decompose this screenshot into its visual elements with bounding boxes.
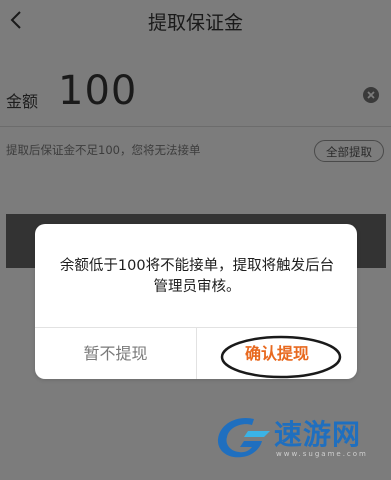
watermark-logo: 速游网 www.sugame.com bbox=[214, 413, 384, 463]
watermark-text: 速游网 bbox=[274, 418, 362, 451]
highlight-circle bbox=[220, 335, 342, 379]
clear-circle-icon[interactable] bbox=[363, 87, 379, 103]
hint-text: 提取后保证金不足100，您将无法接单 bbox=[6, 143, 201, 157]
watermark-url: www.sugame.com bbox=[276, 450, 368, 458]
cancel-button[interactable]: 暂不提现 bbox=[35, 328, 196, 379]
amount-label: 金额 bbox=[6, 92, 39, 111]
withdraw-all-button[interactable]: 全部提取 bbox=[314, 140, 384, 162]
dialog-message: 余额低于100将不能接单，提取将触发后台管理员审核。 bbox=[59, 258, 335, 295]
divider bbox=[0, 126, 391, 127]
header-bar: 提取保证金 bbox=[0, 0, 391, 44]
sugame-logo-icon bbox=[217, 417, 270, 458]
page-title: 提取保证金 bbox=[147, 12, 243, 34]
amount-input[interactable]: 100 bbox=[58, 68, 137, 114]
